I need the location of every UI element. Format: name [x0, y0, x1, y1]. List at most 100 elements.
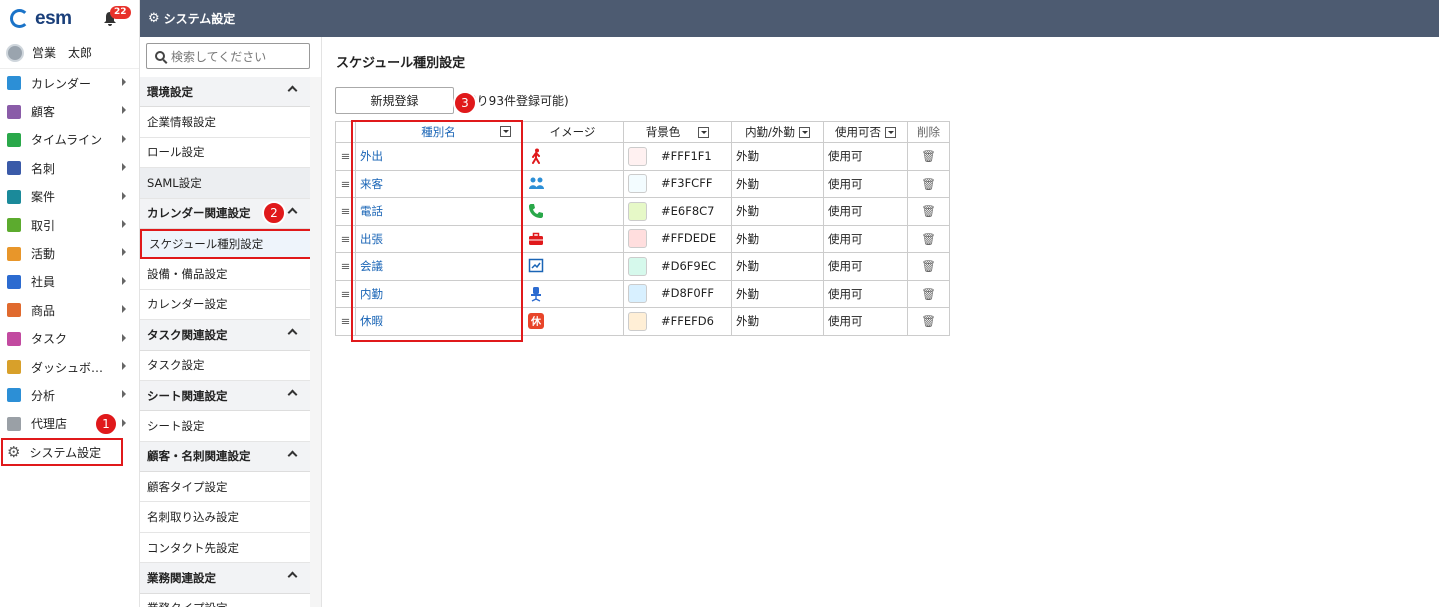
step-badge-1: 1 [94, 412, 118, 436]
trash-icon[interactable]: 🗑 [907, 197, 950, 226]
nav-label: システム設定 [29, 445, 102, 460]
chevron-right-icon [122, 276, 126, 285]
menu-section-header[interactable]: 顧客・名刺関連設定 [140, 441, 310, 473]
dropdown-icon[interactable] [698, 127, 710, 138]
dropdown-icon[interactable] [798, 127, 810, 138]
document-icon [7, 416, 21, 431]
inout-cell: 外勤 [731, 279, 824, 308]
bg-color-cell: #FFDEDE [623, 224, 732, 253]
usable-cell: 使用可 [823, 307, 908, 336]
menu-item[interactable]: コンタクト先設定 [140, 533, 310, 564]
trash-icon[interactable]: 🗑 [907, 279, 950, 308]
dropdown-icon[interactable] [885, 127, 896, 138]
column-header-bg[interactable]: 背景色 [623, 121, 732, 143]
nav-item[interactable]: カレンダー [0, 69, 139, 97]
menu-item[interactable]: 業務タイプ設定 [140, 594, 310, 607]
nav-label: 取引 [31, 218, 56, 233]
menu-item[interactable]: カレンダー設定 [140, 290, 310, 321]
building-icon [7, 104, 21, 119]
column-label: 内勤/外勤 [745, 125, 795, 139]
image-cell [521, 252, 624, 281]
nav-item[interactable]: 活動 [0, 239, 139, 267]
notification-badge: 22 [110, 6, 131, 19]
inout-cell: 外勤 [731, 252, 824, 281]
trash-icon[interactable]: 🗑 [907, 252, 950, 281]
chevron-up-icon[interactable] [287, 328, 298, 339]
nav-item[interactable]: 顧客 [0, 97, 139, 125]
nav-item[interactable]: タイムライン [0, 126, 139, 154]
holiday-icon: 休 [528, 313, 544, 330]
nav-item[interactable]: 取引 [0, 211, 139, 239]
svg-text:休: 休 [530, 315, 542, 328]
menu-section-header[interactable]: タスク関連設定 [140, 320, 310, 351]
search-input[interactable]: 検索してください [146, 43, 310, 69]
section-label: 顧客・名刺関連設定 [147, 449, 251, 464]
menu-item[interactable]: スケジュール種別設定 [140, 228, 312, 260]
briefcase-icon [528, 231, 544, 247]
logo[interactable]: esm 22 [0, 0, 139, 37]
menu-item[interactable]: 設備・備品設定 [140, 259, 310, 290]
trash-icon[interactable]: 🗑 [907, 142, 950, 171]
nav-item[interactable]: 分析 [0, 381, 139, 409]
nav-list: カレンダー 顧客 タイムライン 名刺 案件 取引 活動 社員 商品 タスク ダッ… [0, 69, 139, 438]
column-header-inout[interactable]: 内勤/外勤 [731, 121, 824, 143]
menu-item[interactable]: ロール設定 [140, 138, 310, 169]
user-profile[interactable]: 営業 太郎 [0, 37, 139, 69]
trash-icon[interactable]: 🗑 [907, 169, 950, 198]
new-register-button[interactable]: 新規登録 [335, 87, 454, 114]
menu-item[interactable]: シート設定 [140, 411, 310, 442]
trash-icon[interactable]: 🗑 [907, 224, 950, 253]
chevron-up-icon[interactable] [287, 450, 298, 461]
inout-cell: 外勤 [731, 307, 824, 336]
card-icon [7, 161, 21, 176]
nav-item[interactable]: 名刺 [0, 154, 139, 182]
column-label: 背景色 [645, 125, 681, 139]
chevron-up-icon[interactable] [287, 207, 298, 218]
nav-item[interactable]: タスク [0, 325, 139, 353]
menu-item[interactable]: SAML設定 [140, 168, 310, 199]
step-badge-3: 3 [453, 91, 477, 115]
nav-item[interactable]: 商品 [0, 296, 139, 324]
column-header-delete: 削除 [907, 121, 950, 143]
step-badge-2: 2 [262, 201, 286, 225]
image-cell [521, 197, 624, 226]
color-swatch [628, 256, 647, 276]
trash-icon[interactable]: 🗑 [907, 307, 950, 336]
color-code: #E6F8C7 [661, 203, 715, 218]
menu-item[interactable]: タスク設定 [140, 351, 310, 381]
nav-item[interactable]: ダッシュボ… [0, 353, 139, 381]
menu-item[interactable]: 企業情報設定 [140, 107, 310, 138]
header-title: システム設定 [163, 12, 236, 26]
image-cell [521, 169, 624, 198]
task-icon [7, 331, 21, 346]
column-label: イメージ [549, 125, 596, 139]
column-label: 使用可否 [835, 125, 881, 139]
calendar-icon [7, 76, 21, 91]
nav-label: タイムライン [31, 133, 103, 148]
section-label: シート関連設定 [147, 388, 228, 403]
menu-item[interactable]: 名刺取り込み設定 [140, 502, 310, 533]
highlight-name-column [351, 120, 523, 342]
avatar [6, 43, 24, 62]
nav-label: ダッシュボ… [31, 360, 104, 375]
menu-section-header[interactable]: 業務関連設定 [140, 563, 310, 594]
chevron-right-icon [122, 361, 126, 370]
column-header-usable[interactable]: 使用可否 [823, 121, 908, 143]
nav-item[interactable]: 社員 [0, 268, 139, 296]
chevron-up-icon[interactable] [287, 389, 298, 400]
menu-scrollbar[interactable] [310, 77, 321, 607]
person-icon [7, 274, 21, 289]
settings-menu-list: 環境設定 企業情報設定 ロール設定 SAML設定 カレンダー関連設定 スケジュール種別設定… [140, 77, 312, 607]
menu-item[interactable]: 顧客タイプ設定 [140, 472, 310, 503]
color-code: #D8F0FF [661, 286, 714, 301]
nav-item-system-settings[interactable]: ⚙ システム設定 [1, 438, 123, 467]
nav-label: 社員 [31, 275, 56, 290]
nav-label: 名刺 [31, 161, 56, 176]
menu-section-header[interactable]: シート関連設定 [140, 380, 310, 412]
usable-cell: 使用可 [823, 224, 908, 253]
chevron-up-icon[interactable] [287, 571, 298, 582]
nav-item[interactable]: 代理店 [0, 410, 139, 438]
menu-section-header[interactable]: 環境設定 [140, 77, 310, 108]
nav-item[interactable]: 案件 [0, 183, 139, 211]
chevron-up-icon[interactable] [287, 85, 298, 96]
